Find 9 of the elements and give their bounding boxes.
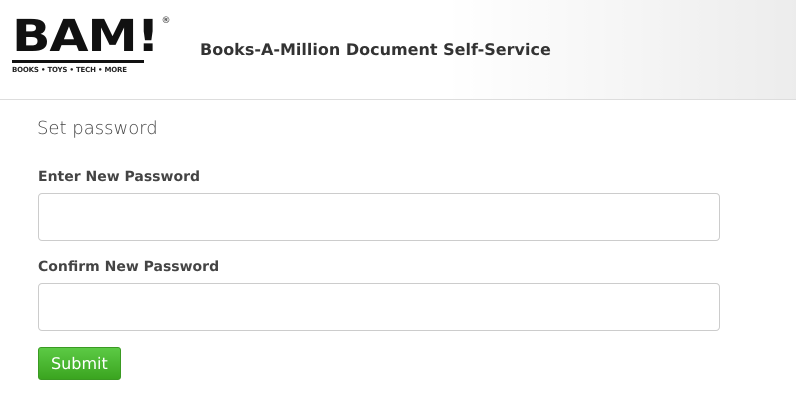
field-label: Enter New Password (38, 169, 201, 185)
password-field[interactable] (38, 193, 720, 241)
submit-button[interactable]: Submit (38, 347, 121, 380)
site-title: Books-A-Million Document Self-Service (200, 40, 551, 59)
password-field[interactable] (38, 283, 720, 331)
field-label: Confirm New Password (38, 259, 220, 275)
logo-wordmark: BAM! (12, 16, 159, 58)
page-heading: Set password (37, 118, 159, 139)
registered-mark: ® (161, 16, 170, 26)
